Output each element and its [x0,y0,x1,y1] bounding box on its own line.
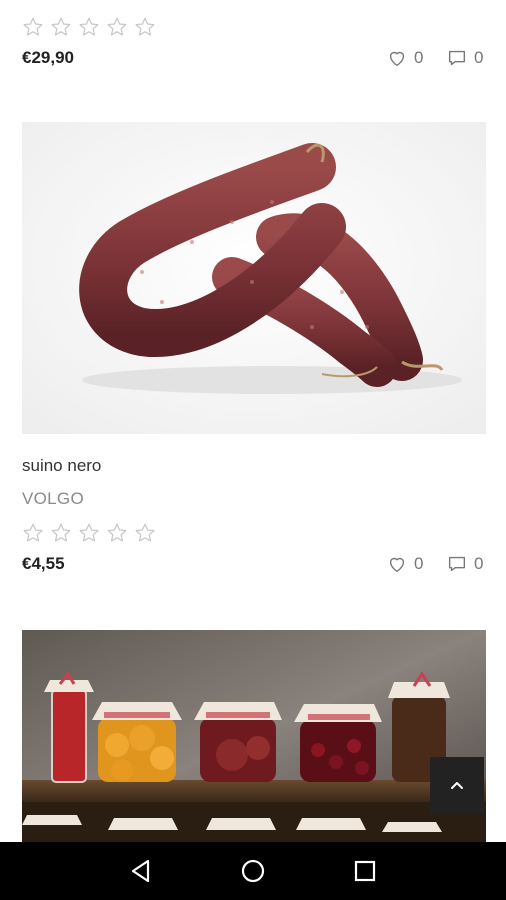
product-meta: 0 0 [386,47,486,69]
star-icon [107,523,127,542]
star-icon [135,523,155,542]
product-meta: 0 0 [386,553,486,575]
star-icon [23,17,43,36]
comment-count: 0 [474,554,484,573]
heart-outline-icon[interactable] [386,553,408,575]
product-brand[interactable]: VOLGO [22,489,84,509]
jars-image [22,630,486,842]
star-icon [51,17,71,36]
rating-stars [22,522,156,544]
like-count: 0 [414,554,424,573]
product-price: €29,90 [22,48,74,67]
square-recent-icon[interactable] [350,856,380,886]
circle-home-icon[interactable] [238,856,268,886]
like-count: 0 [414,48,424,67]
star-icon [23,523,43,542]
comment-count: 0 [474,48,484,67]
product-title[interactable]: suino nero [22,456,101,476]
star-icon [51,523,71,542]
star-icon [79,17,99,36]
star-icon [135,17,155,36]
star-icon [107,17,127,36]
product-price: €4,55 [22,554,65,573]
salami-image [22,122,486,434]
heart-outline-icon[interactable] [386,47,408,69]
scroll-to-top-button[interactable] [430,757,484,813]
system-navigation-bar [0,842,506,900]
speech-bubble-icon[interactable] [446,47,468,69]
speech-bubble-icon[interactable] [446,553,468,575]
product-image[interactable] [22,630,486,842]
product-image[interactable] [22,122,486,434]
chevron-up-icon [451,782,463,789]
rating-stars [22,16,156,38]
star-icon [79,523,99,542]
triangle-back-icon[interactable] [126,856,156,886]
